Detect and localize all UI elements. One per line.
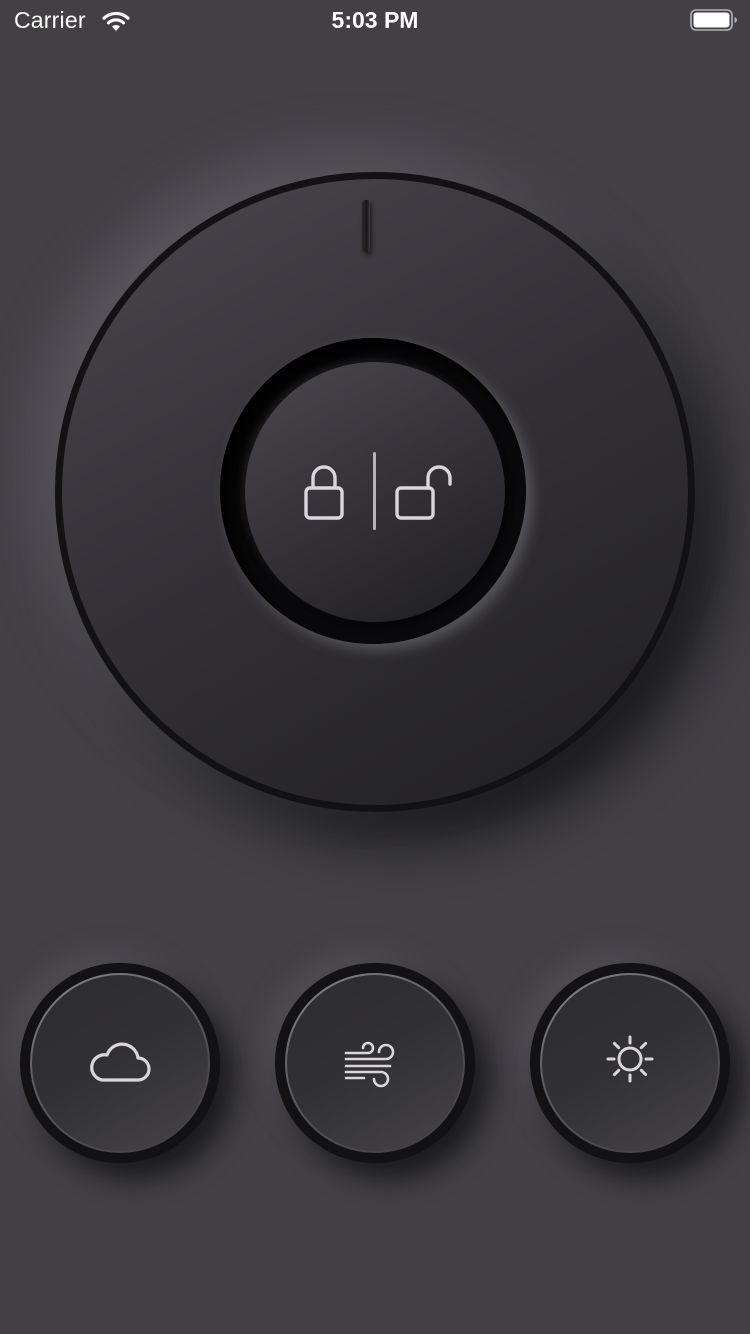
wind-button[interactable] — [275, 963, 475, 1163]
dial-position-marker — [362, 200, 370, 252]
sun-icon — [606, 1035, 654, 1083]
battery-full-icon — [690, 9, 737, 31]
status-time: 5:03 PM — [331, 7, 419, 33]
cloud-icon — [90, 1042, 151, 1082]
sun-button[interactable] — [530, 963, 730, 1163]
lock-icon — [304, 465, 344, 520]
unlock-icon — [395, 465, 452, 520]
cloud-button[interactable] — [20, 963, 220, 1163]
status-bar: Carrier 5:03 PM — [0, 0, 750, 40]
lock-divider — [373, 452, 376, 530]
wind-icon — [344, 1041, 395, 1088]
